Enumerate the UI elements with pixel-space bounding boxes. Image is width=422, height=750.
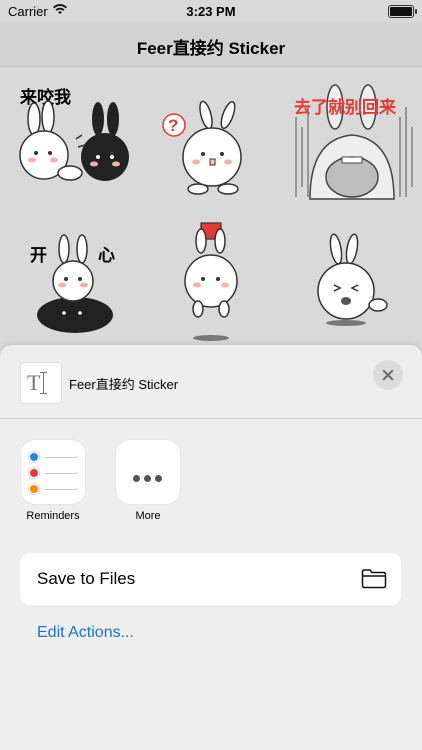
share-sheet-header: T Feer直接约 Sticker (0, 345, 422, 419)
sticker-2[interactable]: ? (146, 77, 276, 207)
sticker-1[interactable]: 来咬我 (12, 77, 142, 207)
bunny-cup-image (184, 222, 238, 341)
app-label: Reminders (26, 510, 80, 522)
bunny-happy-image (37, 234, 113, 333)
bunny-question-image: ? (162, 100, 242, 195)
sticker-caption: 去了就别回来 (294, 98, 396, 117)
clock: 3:23 PM (186, 4, 236, 19)
navigation-bar: Feer直接约 Sticker (0, 22, 422, 67)
sticker-grid: 来咬我 ? 去了就别回来 开 心 (0, 67, 422, 347)
bunny-shout-image (317, 233, 388, 326)
app-row: Reminders More (0, 440, 422, 530)
sticker-4[interactable]: 开 心 (20, 215, 150, 345)
sticker-6[interactable] (290, 215, 420, 345)
app-reminders[interactable]: Reminders (13, 440, 93, 522)
more-icon (116, 440, 180, 504)
page-title: Feer直接约 Sticker (136, 39, 286, 58)
bunny-pair-image (19, 100, 129, 181)
action-label: Save to Files (37, 569, 136, 588)
close-button[interactable] (373, 360, 403, 390)
sticker-5[interactable] (146, 215, 276, 345)
status-bar: Carrier 3:23 PM (0, 0, 422, 22)
svg-text:?: ? (168, 116, 178, 135)
app-more[interactable]: More (108, 440, 188, 522)
folder-icon (361, 569, 387, 589)
save-to-files-button[interactable]: Save to Files (20, 553, 401, 605)
battery-icon (388, 5, 417, 18)
edit-actions-link[interactable]: Edit Actions... (37, 624, 134, 642)
document-title: Feer直接约 Sticker (69, 377, 179, 392)
sticker-3[interactable]: 去了就别回来 (290, 77, 420, 207)
app-label: More (135, 510, 161, 522)
reminders-icon (21, 440, 85, 504)
share-sheet: T Feer直接约 Sticker Reminders More Save to… (0, 345, 422, 750)
document-icon: T (20, 362, 62, 404)
